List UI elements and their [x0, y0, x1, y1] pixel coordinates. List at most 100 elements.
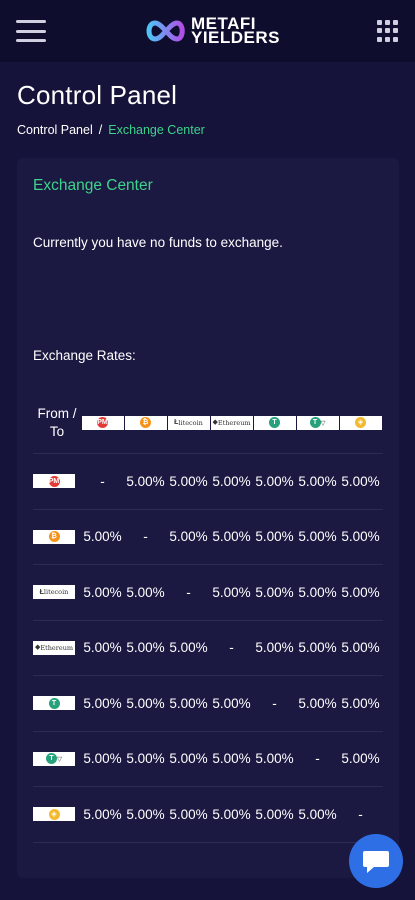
tether-tron-coin-glyph: T	[46, 753, 57, 765]
row-ethereum-coin-icon: ◆ Ethereum	[33, 640, 75, 655]
breadcrumb-separator: /	[98, 123, 103, 137]
card-title: Exchange Center	[33, 177, 153, 194]
rate-cell: -	[358, 806, 363, 822]
rate-cell: -	[186, 584, 191, 600]
rate-cell: 5.00%	[169, 473, 208, 489]
rate-cell: 5.00%	[126, 640, 165, 656]
rate-cell: 5.00%	[255, 806, 294, 822]
rate-cell: 5.00%	[298, 584, 337, 600]
rates-row: ◆ Ethereum 5.00% 5.00% 5.00% -5.00% 5.00% 5.00%	[33, 621, 383, 676]
brand-logo[interactable]: METAFI YIELDERS	[143, 15, 281, 47]
rate-cell: 5.00%	[169, 806, 208, 822]
rate-cell: 5.00%	[255, 584, 294, 600]
rate-cell: 5.00%	[169, 529, 208, 545]
rates-row: T ▽ 5.00% 5.00% 5.00% 5.00% 5.00% -5.00%	[33, 732, 383, 787]
rate-cell: 5.00%	[298, 529, 337, 545]
tether-tron-coin-glyph: T	[309, 417, 321, 428]
rates-row: ◈ 5.00% 5.00% 5.00% 5.00% 5.00% 5.00% -	[33, 787, 383, 843]
rate-cell: 5.00%	[212, 806, 251, 822]
tether-tron-coin-wordmark: ▽	[57, 754, 62, 763]
rate-cell: 5.00%	[212, 584, 251, 600]
rate-cell: 5.00%	[298, 695, 337, 711]
rates-column-header: ₿	[124, 415, 167, 430]
rate-cell: 5.00%	[126, 473, 165, 489]
rate-cell: 5.00%	[255, 473, 294, 489]
header-tether-tron-coin-icon: T ▽	[296, 415, 339, 430]
no-funds-message: Currently you have no funds to exchange.	[33, 235, 283, 250]
rate-cell: 5.00%	[169, 640, 208, 656]
rate-cell: 5.00%	[83, 751, 122, 767]
exchange-rates-label: Exchange Rates:	[33, 348, 136, 363]
rates-row-header: ₿	[33, 529, 81, 544]
tether-coin-glyph: T	[48, 697, 60, 709]
from-to-label-line2: To	[49, 423, 65, 439]
rate-cell: 5.00%	[341, 584, 380, 600]
rates-row-header: T ▽	[33, 751, 81, 766]
row-tether-coin-icon: T	[33, 696, 75, 711]
page-title: Control Panel	[17, 80, 178, 110]
rate-cell: 5.00%	[298, 806, 337, 822]
rate-cell: 5.00%	[341, 529, 380, 545]
logo-text-line2: YIELDERS	[190, 28, 281, 47]
tether-coin-glyph: T	[269, 417, 280, 428]
bitcoin-coin-glyph: ₿	[48, 531, 60, 543]
rate-cell: 5.00%	[83, 806, 122, 822]
rate-cell: -	[229, 640, 234, 656]
rate-cell: -	[100, 473, 105, 489]
rate-cell: -	[143, 529, 148, 545]
from-to-label-line1: From /	[37, 405, 77, 421]
chat-bubble-icon	[363, 851, 389, 873]
hamburger-menu-icon[interactable]	[16, 20, 46, 42]
rate-cell: 5.00%	[212, 473, 251, 489]
chat-button[interactable]	[349, 834, 403, 888]
from-to-label: From / To	[33, 405, 81, 441]
rate-cell: 5.00%	[255, 640, 294, 656]
tether-tron-coin-wordmark: ▽	[320, 418, 326, 427]
row-bnb-coin-icon: ◈	[33, 807, 75, 822]
rates-column-header: ◆ Ethereum	[210, 415, 253, 430]
rate-cell: 5.00%	[169, 751, 208, 767]
rate-cell: -	[272, 695, 277, 711]
exchange-center-card: Exchange Center Currently you have no fu…	[17, 158, 399, 878]
rate-cell: 5.00%	[83, 695, 122, 711]
header-litecoin-coin-icon: Łlitecoin	[167, 415, 210, 430]
litecoin-coin-wordmark: litecoin	[43, 588, 69, 597]
bnb-coin-glyph: ◈	[355, 417, 366, 428]
rate-cell: 5.00%	[212, 529, 251, 545]
rate-cell: 5.00%	[341, 473, 380, 489]
header-bitcoin-coin-icon: ₿	[124, 415, 167, 430]
rate-cell: 5.00%	[126, 751, 165, 767]
ethereum-coin-wordmark: Ethereum	[217, 418, 251, 427]
row-pm-coin-icon: PM	[33, 474, 75, 489]
rate-cell: 5.00%	[341, 695, 380, 711]
rate-cell: -	[315, 751, 320, 767]
rate-cell: 5.00%	[298, 473, 337, 489]
pm-coin-glyph: PM	[97, 417, 108, 428]
breadcrumb-current: Exchange Center	[108, 123, 205, 137]
rates-row: T 5.00% 5.00% 5.00% 5.00% -5.00% 5.00%	[33, 676, 383, 732]
rates-row-header: Łlitecoin	[33, 585, 81, 600]
rate-cell: 5.00%	[83, 584, 122, 600]
rate-cell: 5.00%	[83, 640, 122, 656]
grid-apps-icon[interactable]	[377, 20, 399, 42]
breadcrumb-control-panel-link[interactable]: Control Panel	[17, 123, 93, 137]
rates-row-header: ◈	[33, 807, 81, 822]
breadcrumb: Control Panel / Exchange Center	[17, 123, 415, 137]
header-tether-coin-icon: T	[253, 415, 296, 430]
row-litecoin-coin-icon: Łlitecoin	[33, 585, 75, 600]
header-pm-coin-icon: PM	[81, 415, 124, 430]
rates-column-header: PM	[81, 415, 124, 430]
rate-cell: 5.00%	[298, 640, 337, 656]
rate-cell: 5.00%	[341, 751, 380, 767]
row-tether-tron-coin-icon: T ▽	[33, 751, 75, 766]
rate-cell: 5.00%	[255, 751, 294, 767]
header-ethereum-coin-icon: ◆ Ethereum	[210, 415, 253, 430]
bitcoin-coin-glyph: ₿	[140, 417, 151, 428]
rate-cell: 5.00%	[255, 529, 294, 545]
row-bitcoin-coin-icon: ₿	[33, 529, 75, 544]
rate-cell: 5.00%	[126, 695, 165, 711]
rate-cell: 5.00%	[83, 529, 122, 545]
rate-cell: 5.00%	[212, 751, 251, 767]
rates-row: PM -5.00% 5.00% 5.00% 5.00% 5.00% 5.00%	[33, 454, 383, 510]
litecoin-coin-wordmark: litecoin	[178, 418, 203, 427]
